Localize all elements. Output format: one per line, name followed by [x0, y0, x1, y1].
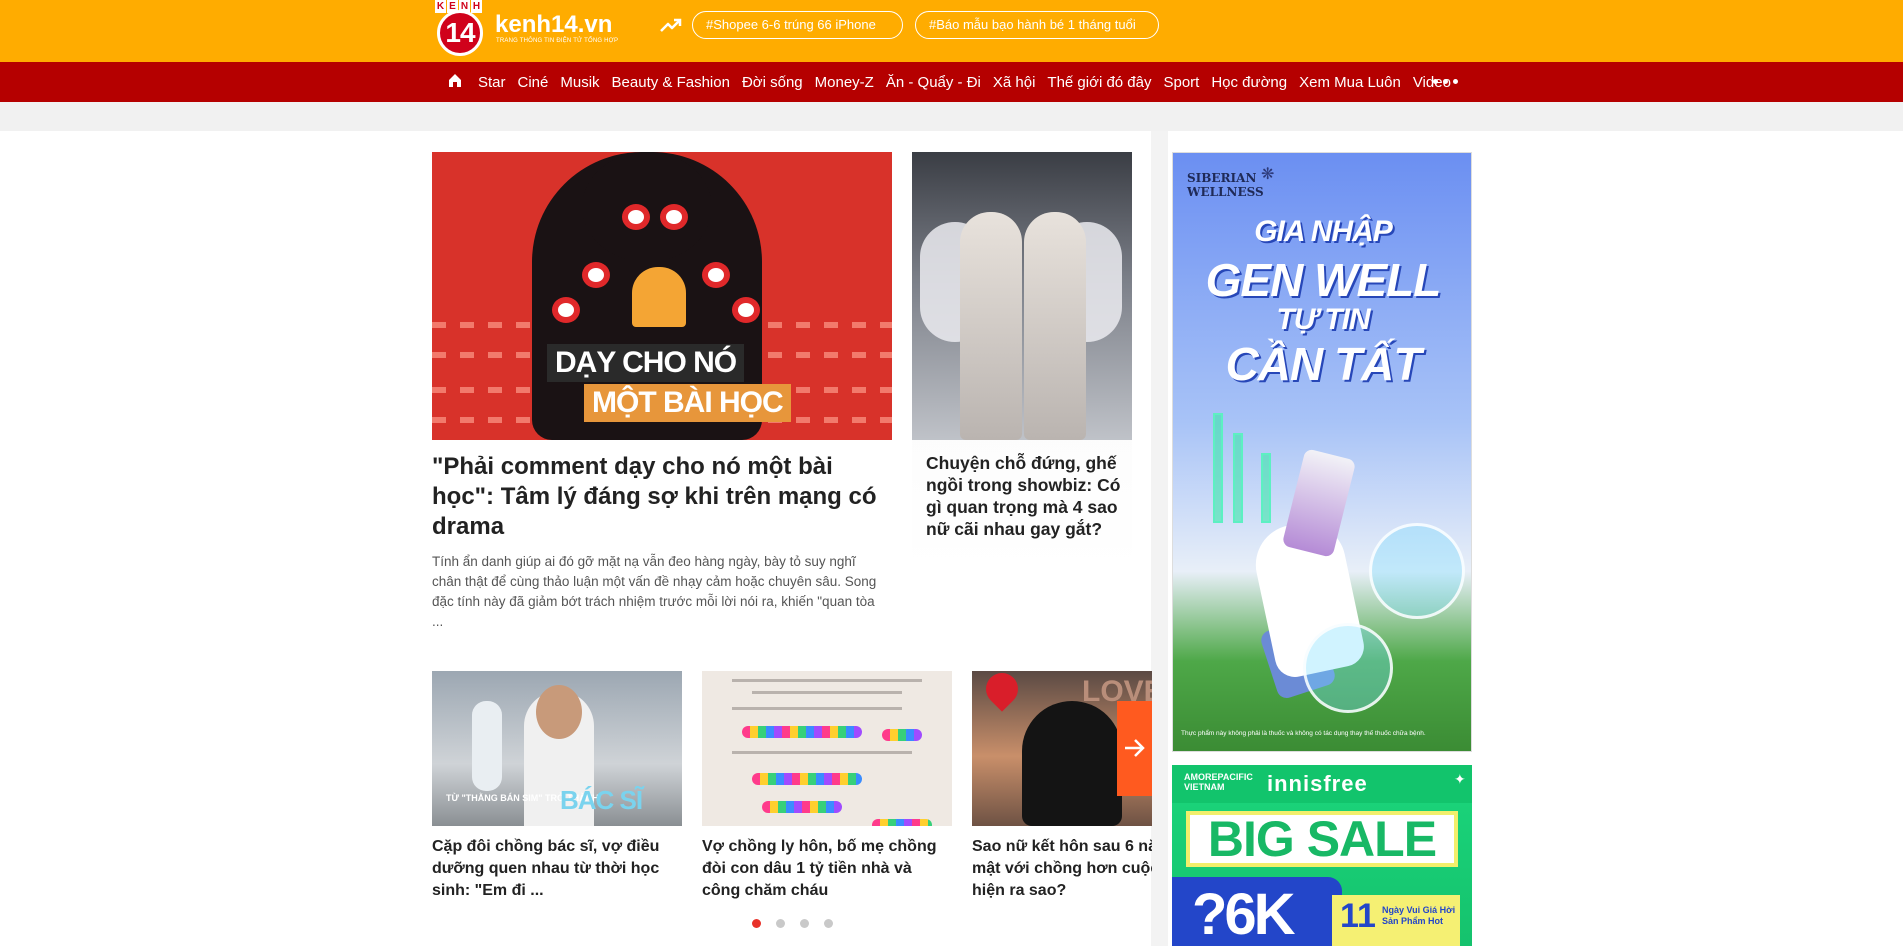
ad-banner-innisfree[interactable]: AMOREPACIFIC VIETNAM innisfree ✦ BIG SAL… [1172, 765, 1472, 946]
ad-group-brand: AMOREPACIFIC VIETNAM [1184, 772, 1253, 792]
site-name[interactable]: kenh14.vn [495, 11, 612, 39]
nav-item-an-quay-di[interactable]: Ăn - Quẩy - Đi [886, 74, 981, 91]
nav-item-musik[interactable]: Musik [560, 74, 599, 91]
hero-summary: Tính ẩn danh giúp ai đó gỡ mặt nạ vẫn đe… [432, 554, 877, 629]
nav-item-the-gioi[interactable]: Thế giới đó đây [1047, 74, 1151, 91]
ad-headline: CẦN TẤT [1225, 338, 1422, 390]
ad-disclaimer: Thực phẩm này không phải là thuốc và khô… [1181, 730, 1426, 737]
list-item[interactable]: TỪ "THẰNG BÁN SIM" TRỞ THÀNH BÁC SĨ Cặp … [432, 671, 682, 902]
story-title[interactable]: Vợ chồng ly hôn, bố mẹ chồng đòi con dâu… [702, 836, 952, 902]
ad-price: ?6K [1192, 882, 1296, 946]
site-tagline: TRANG THÔNG TIN ĐIỆN TỬ TỔNG HỢP [496, 38, 619, 44]
column-divider [1151, 131, 1168, 946]
carousel-pagination [752, 919, 833, 928]
ad-headline: TỰ TIN [1276, 303, 1370, 336]
story-image-caption: BÁC SĨ [560, 785, 643, 815]
story-title[interactable]: Sao nữ kết hôn sau 6 năm hò bí mật với c… [972, 836, 1152, 902]
nav-item-hoc-duong[interactable]: Học đường [1211, 74, 1287, 91]
carousel-dot[interactable] [776, 919, 785, 928]
more-menu-icon[interactable] [1433, 79, 1458, 84]
carousel-dot[interactable] [752, 919, 761, 928]
carousel-dot[interactable] [824, 919, 833, 928]
nav-item-money-z[interactable]: Money-Z [815, 74, 874, 91]
nav-item-star[interactable]: Star [478, 74, 506, 91]
nav-item-xem-mua-luon[interactable]: Xem Mua Luôn [1299, 74, 1401, 91]
nav-menu: Star Ciné Musik Beauty & Fashion Đời sốn… [478, 62, 1463, 102]
ad-day-number: 11 [1340, 897, 1376, 935]
trending-tag[interactable]: #Shopee 6-6 trúng 66 iPhone [692, 11, 903, 39]
side-story[interactable]: Chuyện chỗ đứng, ghế ngồi trong showbiz:… [912, 152, 1132, 572]
trending-tag[interactable]: #Báo mẫu bạo hành bé 1 tháng tuổi [915, 11, 1159, 39]
ad-day-text: Ngày Vui Giá Hời Sản Phẩm Hot [1382, 905, 1456, 926]
ad-brand: innisfree [1267, 771, 1368, 796]
nav-item-cine[interactable]: Ciné [518, 74, 549, 91]
ad-brand: SIBERIAN WELLNESS [1187, 171, 1264, 199]
nav-item-doi-song[interactable]: Đời sống [742, 74, 803, 91]
nav-item-xa-hoi[interactable]: Xã hội [993, 74, 1036, 91]
hero-image-caption: DẠY CHO NÓ [547, 344, 745, 382]
side-story-image[interactable] [912, 152, 1132, 440]
story-image[interactable]: TỪ "THẰNG BÁN SIM" TRỞ THÀNH BÁC SĨ [432, 671, 682, 826]
ad-headline: GIA NHẬP [1254, 215, 1393, 248]
arrow-right-icon [1125, 739, 1145, 757]
list-item[interactable]: Vợ chồng ly hôn, bố mẹ chồng đòi con dâu… [702, 671, 952, 902]
ad-sale-text: BIG SALE [1186, 811, 1458, 867]
carousel-dot[interactable] [800, 919, 809, 928]
story-title[interactable]: Cặp đôi chồng bác sĩ, vợ điều dưỡng quen… [432, 836, 682, 902]
snowflake-icon: ❋ [1261, 166, 1275, 183]
carousel-next-button[interactable] [1117, 701, 1152, 796]
home-icon[interactable] [447, 72, 463, 88]
nav-item-beauty-fashion[interactable]: Beauty & Fashion [612, 74, 730, 91]
spacer-strip [0, 102, 1903, 131]
hero-title[interactable]: "Phải comment dạy cho nó một bài học": T… [432, 452, 892, 542]
nav-item-sport[interactable]: Sport [1163, 74, 1199, 91]
trending-icon [660, 18, 682, 32]
ad-headline: GEN WELL [1205, 254, 1442, 306]
site-logo[interactable]: K E N H 14 [433, 0, 485, 56]
hero-image[interactable]: DẠY CHO NÓ MỘT BÀI HỌC [432, 152, 892, 440]
logo-number: 14 [437, 10, 483, 56]
story-image[interactable] [702, 671, 952, 826]
top-header: K E N H 14 kenh14.vn TRANG THÔNG TIN ĐIỆ… [0, 0, 1903, 62]
hero-image-caption: MỘT BÀI HỌC [584, 384, 791, 422]
sparkle-icon: ✦ [1454, 771, 1466, 787]
ad-banner-siberian-wellness[interactable]: SIBERIAN WELLNESS ❋ GIA NHẬP GEN WELL TỰ… [1172, 152, 1472, 752]
main-nav: Star Ciné Musik Beauty & Fashion Đời sốn… [0, 62, 1903, 102]
side-story-title[interactable]: Chuyện chỗ đứng, ghế ngồi trong showbiz:… [926, 452, 1122, 540]
